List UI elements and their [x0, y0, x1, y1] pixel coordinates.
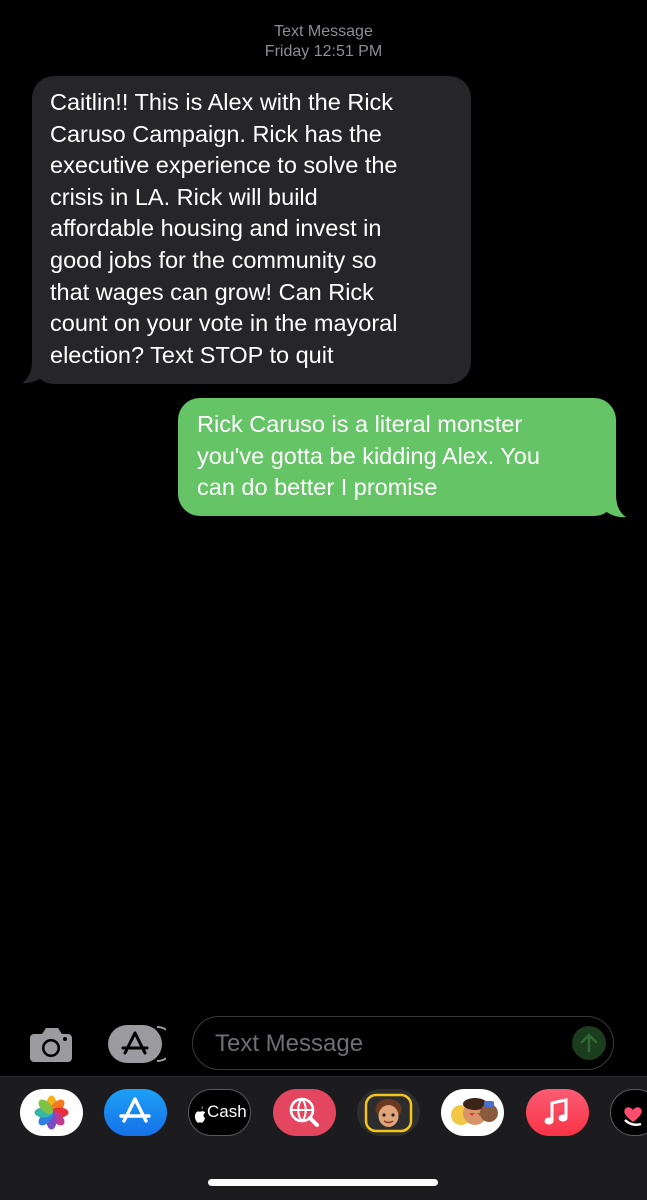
sent-message-bubble[interactable]: Rick Caruso is a literal monster you've …: [178, 398, 616, 516]
app-store-button[interactable]: [104, 1089, 167, 1136]
message-input-field[interactable]: [192, 1016, 614, 1070]
home-indicator[interactable]: [208, 1179, 438, 1186]
conversation-header: Text Message Friday 12:51 PM: [0, 22, 647, 62]
app-store-icon: [119, 1097, 151, 1123]
photos-icon: [34, 1095, 69, 1130]
photos-app-button[interactable]: [20, 1089, 83, 1136]
message-input[interactable]: [213, 1027, 557, 1061]
app-store-icon: [108, 1025, 175, 1063]
camera-icon: [30, 1028, 72, 1062]
memoji-stickers-icon: [451, 1098, 498, 1125]
service-label: Text Message: [274, 23, 373, 40]
digital-touch-button[interactable]: [610, 1089, 647, 1136]
apps-button[interactable]: [108, 1023, 175, 1065]
camera-button[interactable]: [26, 1022, 76, 1068]
music-button[interactable]: [526, 1089, 589, 1136]
globe-search-icon: [289, 1097, 319, 1127]
memoji-button[interactable]: [357, 1089, 420, 1136]
heart-hand-icon: [624, 1107, 642, 1127]
sent-bubble-tail: [604, 494, 626, 518]
composer-row: [0, 1014, 647, 1074]
images-search-button[interactable]: [273, 1089, 336, 1136]
music-note-icon: [544, 1098, 568, 1125]
memoji-stickers-button[interactable]: [441, 1089, 504, 1136]
send-button[interactable]: [572, 1026, 606, 1060]
received-message-bubble[interactable]: Caitlin!! This is Alex with the Rick Car…: [32, 76, 471, 384]
received-bubble-tail: [22, 360, 44, 384]
apple-cash-button[interactable]: Cash: [188, 1089, 251, 1136]
arrow-up-icon: [580, 1033, 598, 1053]
memoji-icon: [364, 1093, 413, 1133]
cash-label: Cash: [207, 1102, 247, 1121]
timestamp: Friday 12:51 PM: [264, 43, 383, 60]
apple-cash-icon: [194, 1106, 205, 1123]
